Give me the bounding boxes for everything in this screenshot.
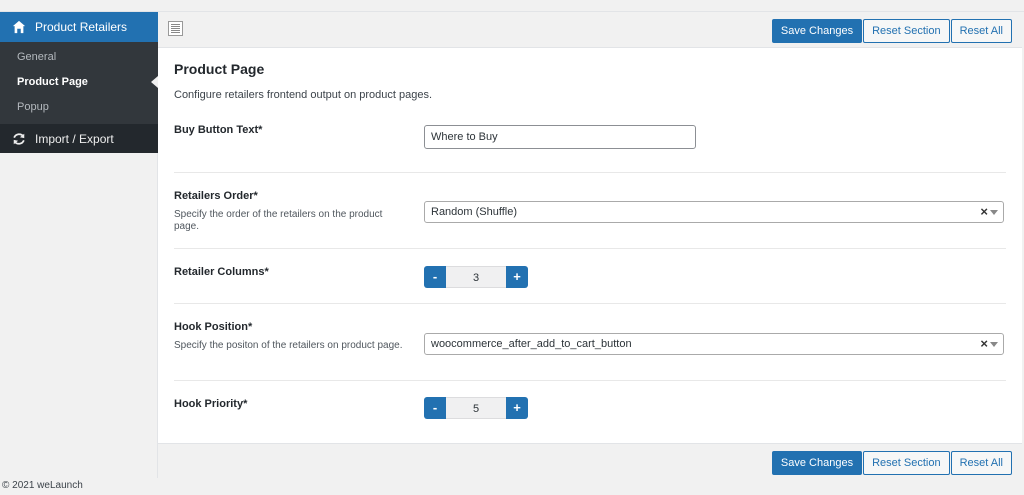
stepper-value[interactable]: 5 [446, 397, 506, 419]
reset-section-button[interactable]: Reset Section [863, 451, 950, 475]
sidebar-header-label: Product Retailers [35, 20, 128, 34]
decrement-button[interactable]: - [424, 266, 446, 288]
sidebar-item-import-export[interactable]: Import / Export [0, 124, 158, 153]
options-panel: Save Changes Reset Section Reset All Pro… [158, 12, 1022, 479]
top-toolbar: Save Changes Reset Section Reset All [158, 12, 1022, 48]
sidebar-header-product-retailers[interactable]: Product Retailers [0, 12, 158, 42]
save-changes-button[interactable]: Save Changes [771, 451, 863, 475]
reset-section-button[interactable]: Reset Section [863, 19, 950, 43]
field-label: Hook Priority* [174, 398, 248, 410]
retailers-order-select[interactable]: Random (Shuffle) × [424, 201, 1004, 223]
field-description: Specify the positon of the retailers on … [174, 340, 403, 351]
field-buy-button-text: Buy Button Text* Where to Buy [174, 101, 1006, 173]
field-label: Retailer Columns* [174, 266, 269, 278]
stepper-value[interactable]: 3 [446, 266, 506, 288]
chevron-down-icon[interactable] [990, 210, 998, 215]
top-strip [0, 0, 1024, 12]
field-retailers-order: Retailers Order* Specify the order of th… [174, 173, 1006, 249]
sidebar-item-product-page[interactable]: Product Page [0, 70, 158, 95]
home-icon [12, 20, 26, 34]
field-hook-priority: Hook Priority* - 5 + [174, 381, 1006, 441]
section-title: Product Page [174, 61, 265, 77]
select-value: Random (Shuffle) [431, 206, 518, 218]
field-label: Retailers Order* [174, 190, 258, 202]
reset-all-button[interactable]: Reset All [950, 451, 1012, 475]
increment-button[interactable]: + [506, 266, 528, 288]
select-value: woocommerce_after_add_to_cart_button [431, 338, 632, 350]
field-description: Specify the order of the retailers on th… [174, 209, 383, 232]
sidebar: Product Retailers General Product Page P… [0, 12, 158, 478]
save-changes-button[interactable]: Save Changes [771, 19, 863, 43]
field-label: Buy Button Text* [174, 124, 263, 136]
copyright-footer: © 2021 weLaunch [2, 480, 83, 491]
field-hook-position: Hook Position* Specify the positon of th… [174, 304, 1006, 381]
sidebar-item-general[interactable]: General [0, 45, 158, 70]
nav-menu: Product Retailers General Product Page P… [0, 12, 158, 153]
hook-priority-stepper: - 5 + [424, 397, 528, 419]
chevron-down-icon[interactable] [990, 342, 998, 347]
clear-icon[interactable]: × [980, 334, 988, 354]
top-button-group: Save Changes Reset Section Reset All [771, 19, 1012, 43]
sidebar-item-popup[interactable]: Popup [0, 95, 158, 120]
field-label: Hook Position* [174, 321, 253, 333]
buy-button-text-input[interactable]: Where to Buy [424, 125, 696, 149]
sync-icon [13, 132, 25, 145]
bottom-toolbar: Save Changes Reset Section Reset All [158, 443, 1022, 479]
sidebar-item-label: Import / Export [35, 131, 114, 146]
clear-icon[interactable]: × [980, 202, 988, 222]
sidebar-submenu: General Product Page Popup [0, 42, 158, 124]
expand-icon[interactable] [168, 21, 183, 36]
section-content: Product Page Configure retailers fronten… [158, 61, 1022, 441]
bottom-button-group: Save Changes Reset Section Reset All [771, 451, 1012, 475]
hook-position-select[interactable]: woocommerce_after_add_to_cart_button × [424, 333, 1004, 355]
retailer-columns-stepper: - 3 + [424, 266, 528, 288]
reset-all-button[interactable]: Reset All [950, 19, 1012, 43]
section-description: Configure retailers frontend output on p… [174, 89, 433, 101]
decrement-button[interactable]: - [424, 397, 446, 419]
increment-button[interactable]: + [506, 397, 528, 419]
field-retailer-columns: Retailer Columns* - 3 + [174, 249, 1006, 304]
